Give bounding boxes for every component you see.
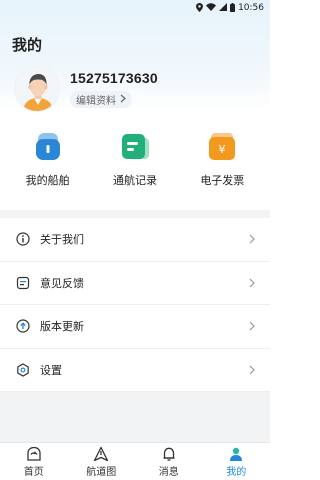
bell-icon xyxy=(163,447,175,461)
page-title: 我的 xyxy=(12,36,43,54)
menu-item-about[interactable]: 关于我们 xyxy=(0,218,270,262)
tab-route[interactable]: 航道图 xyxy=(68,443,136,480)
menu-label-update: 版本更新 xyxy=(40,320,84,334)
signal-icon xyxy=(219,3,228,13)
menu-list: 关于我们 意见反馈 版本更新 设置 xyxy=(0,218,270,392)
menu-item-settings[interactable]: 设置 xyxy=(0,349,270,392)
record-icon xyxy=(121,134,149,159)
status-time: 10:56 xyxy=(238,3,264,13)
section-divider xyxy=(0,210,270,218)
avatar[interactable] xyxy=(14,66,60,112)
my-ships-button[interactable]: 我的船舶 xyxy=(4,132,91,200)
e-invoice-button[interactable]: ¥ 电子发票 xyxy=(179,132,266,200)
home-icon xyxy=(27,446,41,461)
menu-label-feedback: 意见反馈 xyxy=(40,276,84,290)
menu-item-feedback[interactable]: 意见反馈 xyxy=(0,262,270,305)
navigation-records-button[interactable]: 通航记录 xyxy=(91,132,178,200)
info-icon xyxy=(16,232,30,246)
edit-profile-label: 编辑资料 xyxy=(76,96,116,107)
chevron-right-icon xyxy=(249,278,255,288)
menu-label-about: 关于我们 xyxy=(40,233,84,247)
feedback-icon xyxy=(16,276,30,289)
e-invoice-label: 电子发票 xyxy=(200,174,245,187)
settings-icon xyxy=(17,363,29,377)
bottom-tab-bar: 首页 航道图 消息 我的 xyxy=(0,442,270,480)
user-phone: 15275173630 xyxy=(70,70,158,86)
tab-mine-label: 我的 xyxy=(226,466,247,478)
menu-item-update[interactable]: 版本更新 xyxy=(0,305,270,349)
update-icon xyxy=(16,319,30,333)
tab-home[interactable]: 首页 xyxy=(0,443,68,480)
navigation-records-label: 通航记录 xyxy=(112,174,157,187)
empty-area xyxy=(0,389,270,442)
chevron-right-icon xyxy=(249,365,255,375)
tab-home-label: 首页 xyxy=(23,466,44,478)
my-ships-label: 我的船舶 xyxy=(25,174,70,187)
chevron-right-icon xyxy=(249,234,255,244)
svg-text:¥: ¥ xyxy=(219,143,226,156)
quick-actions: 我的船舶 通航记录 ¥ 电子发票 xyxy=(0,132,270,200)
menu-label-settings: 设置 xyxy=(40,363,62,377)
invoice-icon: ¥ xyxy=(209,133,236,160)
route-icon xyxy=(94,446,109,461)
tab-route-label: 航道图 xyxy=(86,466,117,478)
tab-messages-label: 消息 xyxy=(158,466,179,478)
battery-icon xyxy=(230,2,236,14)
wifi-icon xyxy=(206,3,217,13)
chevron-right-icon xyxy=(120,94,126,106)
edit-profile-button[interactable]: 编辑资料 xyxy=(70,91,132,108)
chevron-right-icon xyxy=(249,321,255,331)
tab-messages[interactable]: 消息 xyxy=(135,443,203,480)
tab-mine[interactable]: 我的 xyxy=(203,443,271,480)
user-icon xyxy=(230,447,243,461)
profile-section: 15275173630 编辑资料 xyxy=(0,64,270,114)
location-icon xyxy=(196,2,204,14)
ship-icon xyxy=(35,133,60,160)
status-bar: 10:56 xyxy=(0,0,270,16)
